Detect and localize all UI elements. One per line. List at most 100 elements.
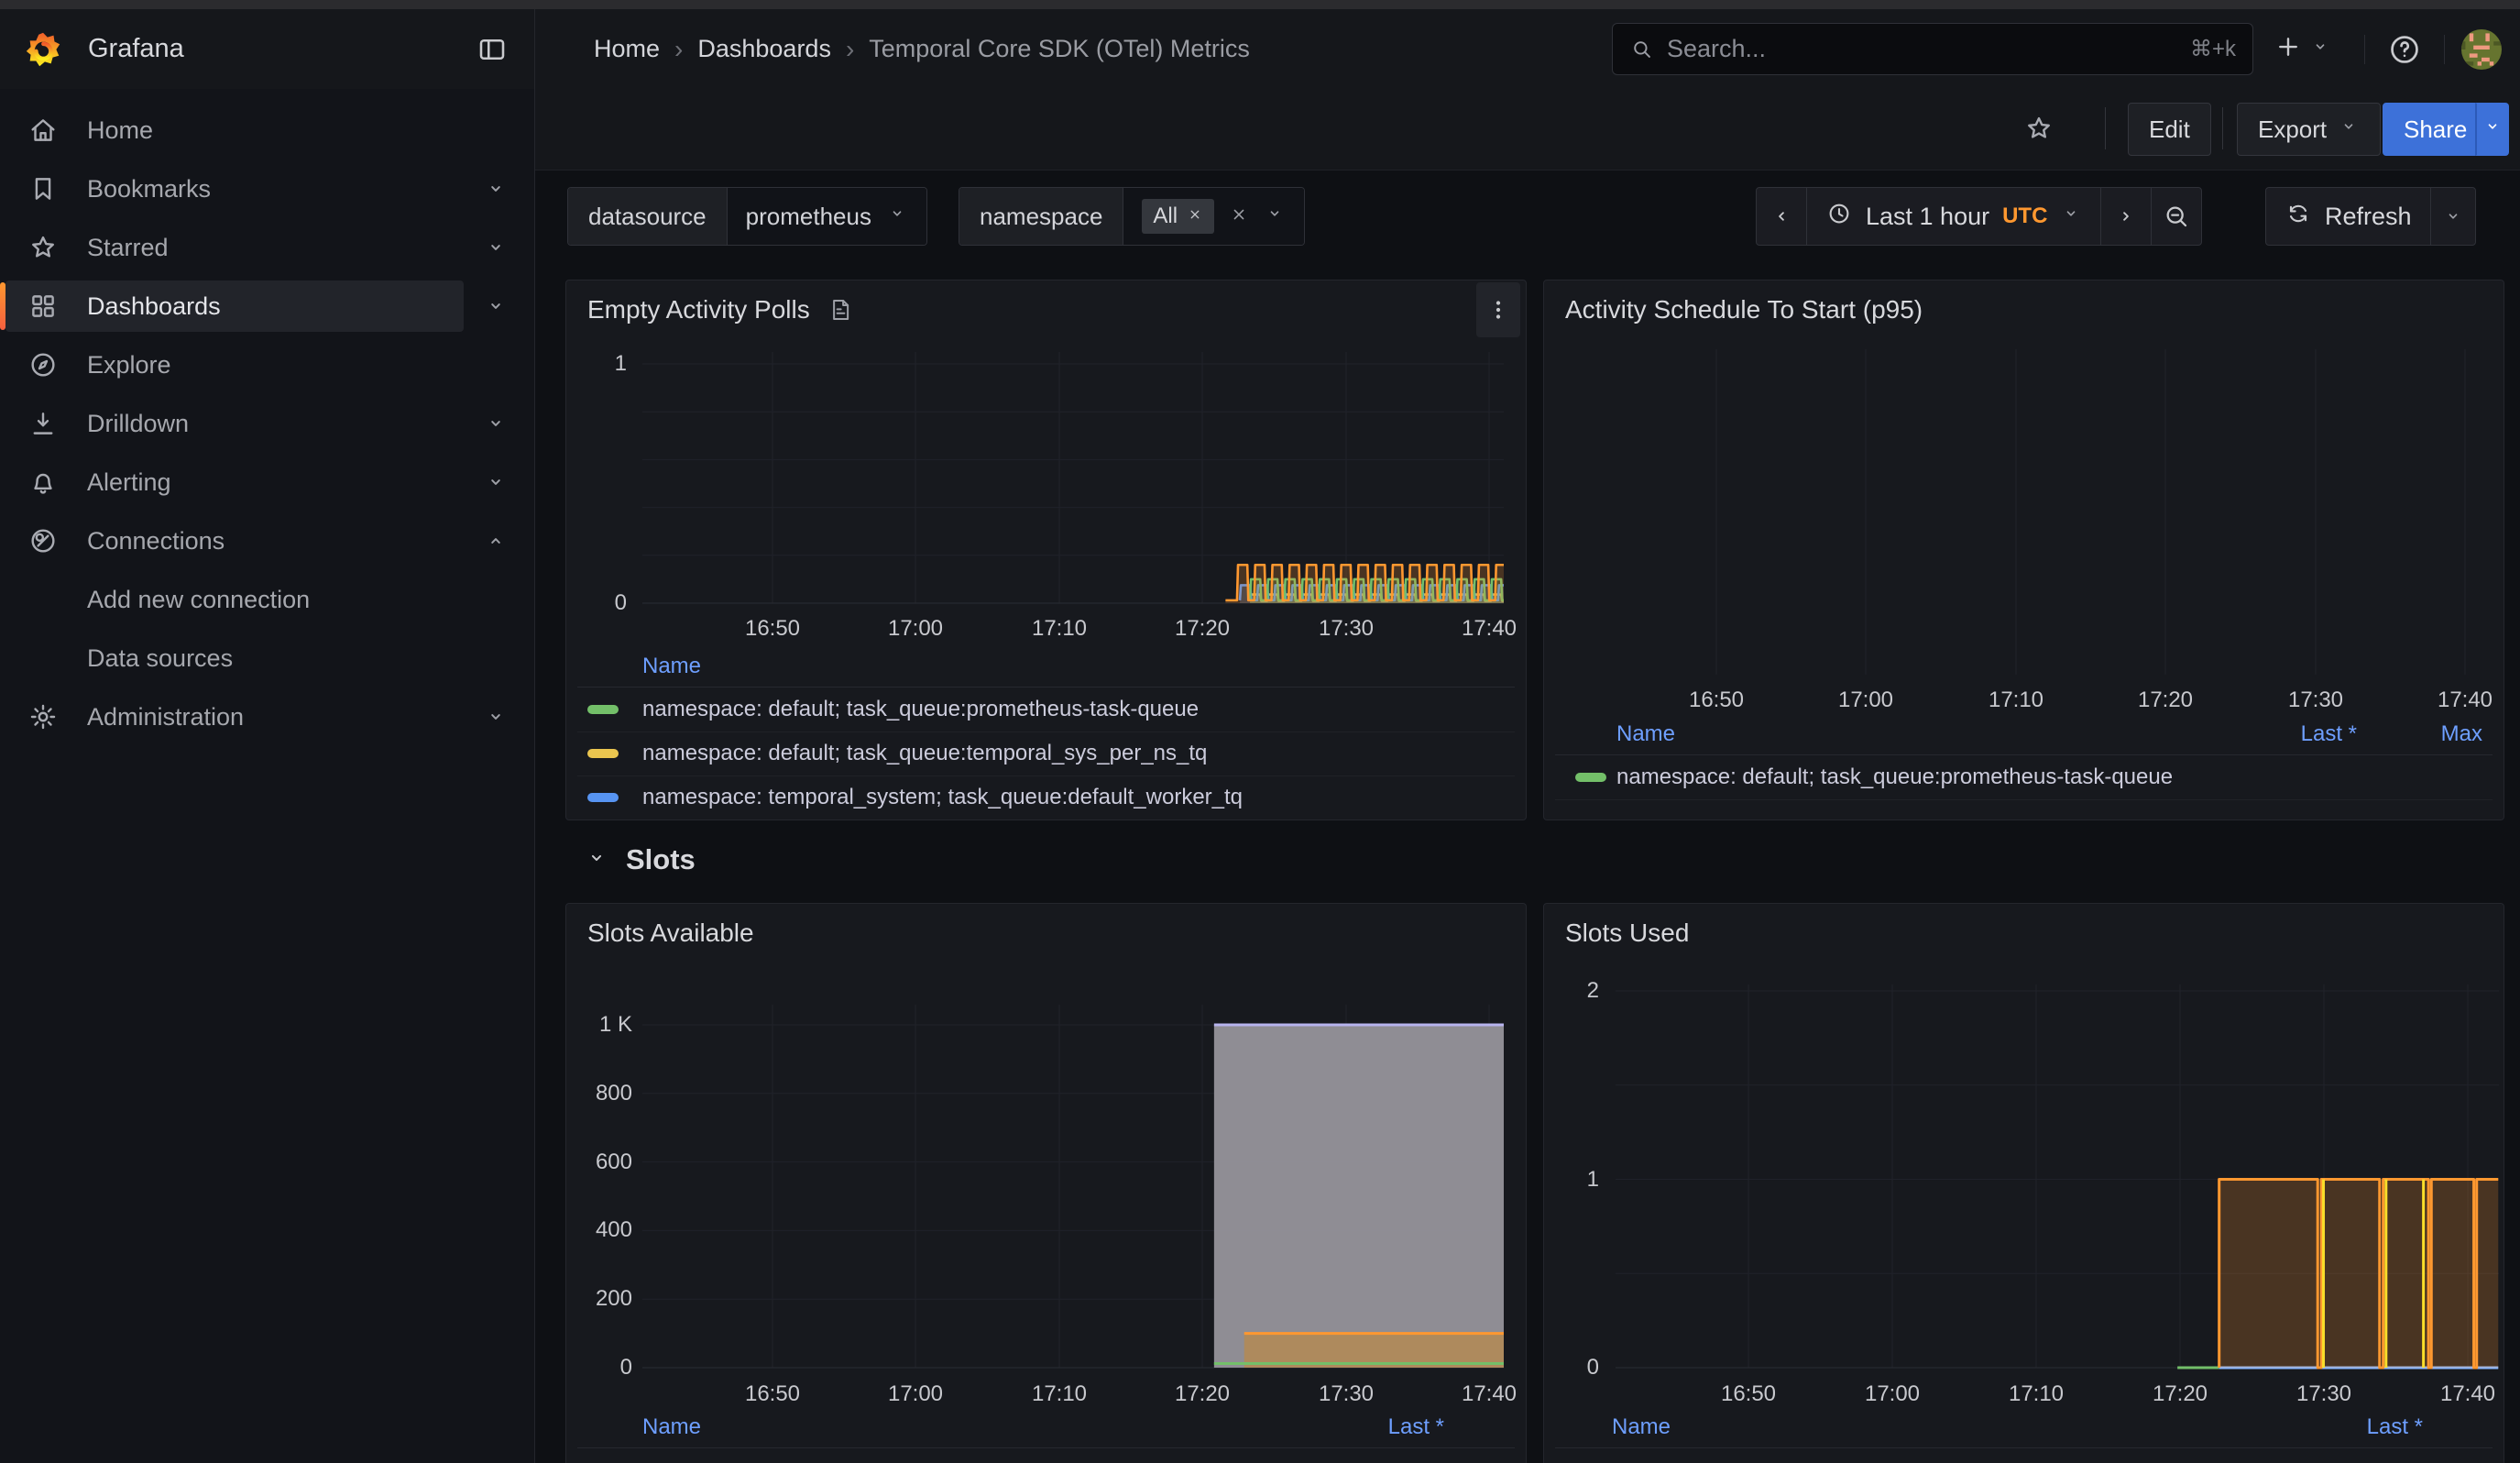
panel-title[interactable]: Activity Schedule To Start (p95) bbox=[1565, 295, 1923, 324]
x-axis-label: 16:50 bbox=[727, 1380, 818, 1408]
toolbar-divider-1 bbox=[2105, 107, 2106, 149]
time-shift-forward-button[interactable] bbox=[2100, 187, 2152, 246]
close-icon bbox=[1229, 204, 1249, 225]
sidebar-item-label: Drilldown bbox=[87, 398, 189, 449]
chevron-up-icon bbox=[484, 529, 508, 553]
namespace-clear-icon[interactable] bbox=[1229, 203, 1249, 231]
legend-series-marker[interactable] bbox=[1575, 773, 1606, 782]
chevron-left-icon bbox=[1769, 204, 1793, 228]
plus-icon bbox=[2274, 33, 2302, 60]
help-button[interactable] bbox=[2384, 9, 2425, 89]
share-button[interactable]: Share bbox=[2383, 103, 2488, 156]
brand-title: Grafana bbox=[88, 9, 184, 89]
sidebar-item-drilldown[interactable]: Drilldown bbox=[0, 398, 534, 449]
refresh-icon bbox=[2284, 200, 2312, 227]
panel-menu-button[interactable] bbox=[1476, 282, 1520, 337]
legend-bottom-divider bbox=[1555, 799, 2493, 800]
sidebar-item-starred[interactable]: Starred bbox=[0, 222, 534, 273]
plug-icon bbox=[27, 525, 59, 556]
favorite-star-button[interactable] bbox=[2021, 111, 2056, 146]
panel-title[interactable]: Slots Available bbox=[587, 918, 754, 948]
refresh-interval-button[interactable] bbox=[2430, 187, 2476, 246]
breadcrumb-separator: › bbox=[674, 35, 683, 64]
legend-header-divider bbox=[577, 1447, 1515, 1448]
time-shift-back-button[interactable] bbox=[1756, 187, 1807, 246]
zoom-out-icon bbox=[2162, 202, 2191, 231]
kebab-icon bbox=[1485, 296, 1512, 324]
section-row-slots[interactable]: Slots bbox=[584, 836, 696, 884]
search-icon bbox=[1629, 37, 1654, 61]
legend-header: Name Last * bbox=[566, 1413, 1526, 1442]
y-axis-label: 2 bbox=[1544, 977, 1599, 1005]
panel-title[interactable]: Empty Activity Polls bbox=[587, 295, 810, 324]
legend-header-divider bbox=[1555, 1447, 2493, 1448]
x-axis-label: 17:30 bbox=[1300, 1380, 1392, 1408]
breadcrumb-item-home[interactable]: Home bbox=[594, 35, 660, 63]
dock-sidebar-toggle[interactable] bbox=[474, 31, 510, 68]
legend-column-name[interactable]: Name bbox=[1612, 1413, 1671, 1442]
chevron-down-icon bbox=[2309, 36, 2331, 58]
legend-series-label[interactable]: namespace: default; task_queue:prometheu… bbox=[642, 696, 1199, 723]
y-axis-label: 800 bbox=[566, 1080, 632, 1107]
share-dropdown-button[interactable] bbox=[2475, 103, 2509, 156]
search-input[interactable]: Search... ⌘+k bbox=[1612, 23, 2253, 75]
datasource-filter-value[interactable]: prometheus bbox=[728, 188, 926, 245]
edit-button[interactable]: Edit bbox=[2128, 103, 2211, 156]
legend-series-marker[interactable] bbox=[587, 793, 619, 802]
sidebar-item-data-sources[interactable]: Data sources bbox=[0, 632, 534, 684]
legend-series-label[interactable]: namespace: default; task_queue:temporal_… bbox=[642, 740, 1207, 767]
x-axis-label: 17:00 bbox=[1820, 687, 1912, 714]
x-axis-label: 16:50 bbox=[1703, 1380, 1794, 1408]
legend-series-label[interactable]: namespace: default; task_queue:prometheu… bbox=[1616, 764, 2173, 791]
sidebar-item-administration[interactable]: Administration bbox=[0, 691, 534, 742]
time-range-picker[interactable]: Last 1 hour UTC bbox=[1806, 187, 2101, 246]
x-axis-label: 17:10 bbox=[1970, 687, 2062, 714]
legend-column-last[interactable]: Last * bbox=[2301, 720, 2357, 749]
legend-series-label[interactable]: namespace: temporal_system; task_queue:d… bbox=[642, 784, 1243, 811]
legend-column-name[interactable]: Name bbox=[1616, 720, 1675, 749]
close-icon bbox=[1187, 206, 1203, 223]
breadcrumb-item-dashboards[interactable]: Dashboards bbox=[697, 35, 831, 63]
sidebar-item-label: Starred bbox=[87, 222, 169, 273]
sidebar-item-bookmarks[interactable]: Bookmarks bbox=[0, 163, 534, 214]
legend-series-marker[interactable] bbox=[587, 705, 619, 714]
sidebar-item-connections[interactable]: Connections bbox=[0, 515, 534, 566]
avatar[interactable] bbox=[2461, 29, 2502, 70]
namespace-open-icon[interactable] bbox=[1264, 203, 1286, 231]
y-axis-label: 0 bbox=[566, 1354, 632, 1381]
sidebar-item-add-new-connection[interactable]: Add new connection bbox=[0, 574, 534, 625]
grafana-logo[interactable] bbox=[22, 28, 64, 71]
sidebar-item-dashboards[interactable]: Dashboards bbox=[0, 280, 534, 332]
legend-column-name[interactable]: Name bbox=[642, 1413, 701, 1442]
legend-column-name[interactable]: Name bbox=[642, 652, 701, 681]
legend-column-last[interactable]: Last * bbox=[1388, 1413, 1444, 1442]
x-axis-label: 16:50 bbox=[727, 615, 818, 643]
chart-slots-used[interactable] bbox=[1544, 904, 2504, 1463]
timezone-label[interactable]: UTC bbox=[2002, 204, 2047, 229]
x-axis-label: 17:30 bbox=[1300, 615, 1392, 643]
chevron-down-icon bbox=[484, 705, 508, 729]
y-axis-label: 600 bbox=[566, 1149, 632, 1176]
grafana-app: Home Bookmarks Starred Dashboards Explore Dri… bbox=[0, 0, 2520, 1463]
legend-column-last[interactable]: Last * bbox=[2367, 1413, 2423, 1442]
sidebar-item-alerting[interactable]: Alerting bbox=[0, 456, 534, 508]
chart-slots-available[interactable] bbox=[566, 904, 1527, 1463]
legend-series-marker[interactable] bbox=[587, 749, 619, 758]
refresh-button[interactable]: Refresh bbox=[2265, 187, 2431, 246]
x-axis-label: 17:30 bbox=[2270, 687, 2361, 714]
y-axis-label: 1 bbox=[1544, 1166, 1599, 1194]
namespace-filter-chip[interactable]: All bbox=[1142, 199, 1214, 234]
dock-icon bbox=[476, 33, 509, 66]
search-icon-wrap bbox=[1629, 37, 1654, 61]
help-icon bbox=[2387, 32, 2422, 67]
legend-column-max[interactable]: Max bbox=[2441, 720, 2482, 749]
panel-title[interactable]: Slots Used bbox=[1565, 918, 1689, 948]
y-axis-label: 0 bbox=[1544, 1354, 1599, 1381]
export-button[interactable]: Export bbox=[2237, 103, 2381, 156]
sidebar-item-home[interactable]: Home bbox=[0, 104, 534, 156]
add-new-button[interactable] bbox=[2274, 9, 2331, 89]
sidebar-item-explore[interactable]: Explore bbox=[0, 339, 534, 390]
time-zoom-out-button[interactable] bbox=[2151, 187, 2202, 246]
y-axis-label: 1 K bbox=[566, 1011, 632, 1039]
panel-activity-schedule-to-start-p95: Activity Schedule To Start (p95)16:5017:… bbox=[1543, 280, 2504, 820]
